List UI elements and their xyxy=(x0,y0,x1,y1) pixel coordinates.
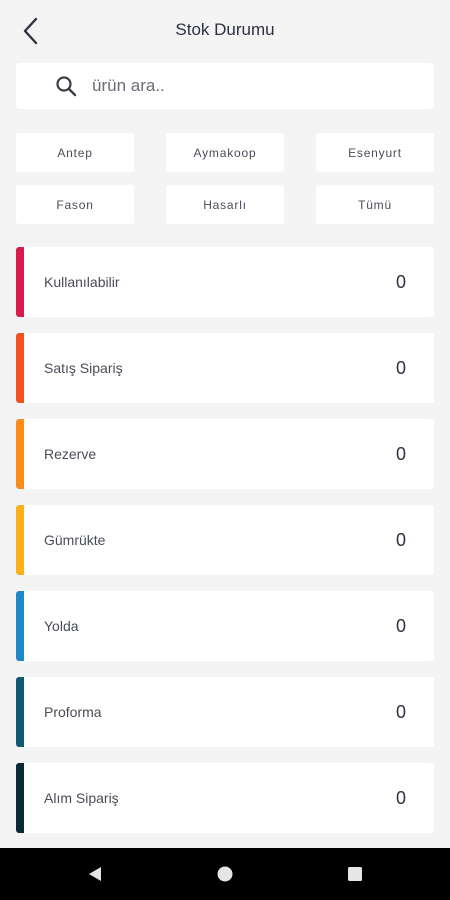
nav-recents-button[interactable] xyxy=(325,848,385,900)
warehouse-filters: Antep Aymakoop Esenyurt Fason Hasarlı Tü… xyxy=(16,133,434,224)
stock-row-label: Proforma xyxy=(44,704,102,720)
stock-row-value: 0 xyxy=(395,271,406,292)
stock-row-value: 0 xyxy=(395,443,406,464)
status-color-bar xyxy=(16,333,24,403)
stock-row-satis-siparis[interactable]: Satış Sipariş 0 xyxy=(16,333,434,403)
nav-home-button[interactable] xyxy=(195,848,255,900)
stock-row-yolda[interactable]: Yolda 0 xyxy=(16,591,434,661)
nav-back-button[interactable] xyxy=(65,848,125,900)
stock-row-value: 0 xyxy=(395,615,406,636)
stock-row-label: Satış Sipariş xyxy=(44,360,123,376)
stock-row-label: Kullanılabilir xyxy=(44,274,120,290)
filter-hasarli[interactable]: Hasarlı xyxy=(166,185,284,224)
stock-row-label: Alım Sipariş xyxy=(44,790,119,806)
stock-row-proforma[interactable]: Proforma 0 xyxy=(16,677,434,747)
system-navigation-bar xyxy=(0,848,450,900)
status-color-bar xyxy=(16,677,24,747)
stock-row-label: Rezerve xyxy=(44,446,97,462)
stock-row-value: 0 xyxy=(395,787,406,808)
stock-row-label: Gümrükte xyxy=(44,532,106,548)
filter-antep[interactable]: Antep xyxy=(16,133,134,172)
filter-esenyurt[interactable]: Esenyurt xyxy=(316,133,434,172)
stock-row-label: Yolda xyxy=(44,618,79,634)
status-color-bar xyxy=(16,247,24,317)
home-circle-icon xyxy=(217,866,233,882)
status-color-bar xyxy=(16,591,24,661)
back-triangle-icon xyxy=(89,867,101,881)
app-header: Stok Durumu xyxy=(0,0,450,62)
stock-row-value: 0 xyxy=(395,529,406,550)
status-color-bar xyxy=(16,505,24,575)
filter-aymakoop[interactable]: Aymakoop xyxy=(166,133,284,172)
stock-row-value: 0 xyxy=(395,701,406,722)
stock-row-rezerve[interactable]: Rezerve 0 xyxy=(16,419,434,489)
stock-row-value: 0 xyxy=(395,357,406,378)
filter-fason[interactable]: Fason xyxy=(16,185,134,224)
stock-row-alim-siparis[interactable]: Alım Sipariş 0 xyxy=(16,763,434,833)
page-title: Stok Durumu xyxy=(175,20,275,39)
recents-square-icon xyxy=(348,867,362,881)
search-bar[interactable] xyxy=(16,63,434,109)
status-color-bar xyxy=(16,763,24,833)
status-color-bar xyxy=(16,419,24,489)
stock-row-kullanilabilir[interactable]: Kullanılabilir 0 xyxy=(16,247,434,317)
search-input[interactable] xyxy=(92,76,392,96)
search-icon xyxy=(54,74,78,98)
stock-row-gumrukte[interactable]: Gümrükte 0 xyxy=(16,505,434,575)
filter-tumu[interactable]: Tümü xyxy=(316,185,434,224)
stock-status-list: Kullanılabilir 0 Satış Sipariş 0 Rezerve… xyxy=(16,247,434,849)
